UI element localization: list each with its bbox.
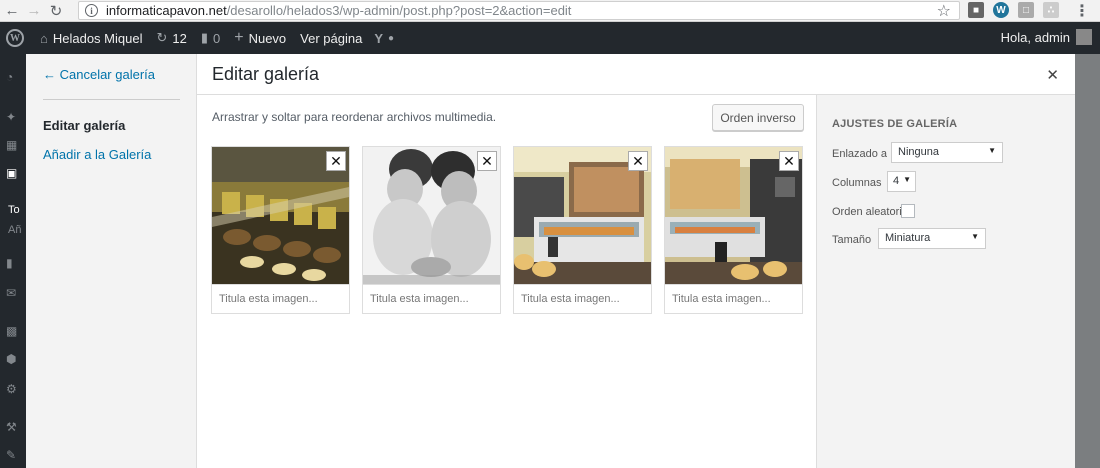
gallery-content: Arrastrar y soltar para reordenar archiv… [197, 95, 816, 468]
size-select[interactable]: Miniatura ▼ [878, 228, 986, 249]
media-menu: ← Cancelar galería Editar galería Añadir… [26, 54, 197, 468]
yoast-icon: Y [374, 30, 383, 46]
info-icon[interactable]: i [85, 4, 98, 17]
caption-input[interactable]: Titula esta imagen... [514, 284, 651, 313]
my-account-link[interactable]: Hola, admin [1001, 29, 1092, 45]
pages-icon[interactable]: ▣ [6, 166, 20, 180]
extension-icon[interactable]: □ [1018, 2, 1034, 18]
bookmark-star-icon[interactable]: ☆ [937, 1, 951, 21]
gallery-attachment[interactable]: Titula esta imagen... ✕ [513, 146, 652, 314]
close-icon[interactable]: ✕ [628, 151, 648, 171]
extension-icon[interactable]: ∴ [1043, 2, 1059, 18]
view-page-label: Ver página [300, 30, 363, 46]
home-icon: ⌂ [40, 30, 48, 46]
new-label: Nuevo [248, 30, 287, 46]
link-to-value: Ninguna [898, 146, 939, 158]
chevron-down-icon: ▼ [903, 175, 911, 184]
greeting: Hola, admin [1000, 29, 1070, 45]
url-host: informaticapavon.net [106, 3, 227, 18]
settings-title: AJUSTES DE GALERÍA [832, 118, 958, 130]
link-to-label: Enlazado a [832, 148, 888, 160]
browser-toolbar: ← → ↻ i informaticapavon.net/desarollo/h… [0, 0, 1100, 22]
gallery-attachment[interactable]: Titula esta imagen... ✕ [664, 146, 803, 314]
caption-input[interactable]: Titula esta imagen... [212, 284, 349, 313]
columns-value: 4 [893, 175, 900, 187]
url-path: /desarollo/helados3/wp-admin/post.php?po… [226, 3, 572, 18]
media-icon[interactable]: ▦ [6, 138, 20, 152]
gallery-settings-sidebar: AJUSTES DE GALERÍA Enlazado a Ninguna ▼ … [816, 95, 1075, 468]
wp-admin-menu: ◔ ✦ ▦ ▣ To Añ ▮ ✉ ▩ ⬢ ⚙ ⚒ ✎ [0, 54, 26, 468]
updates-count: 12 [172, 30, 187, 46]
site-name-link[interactable]: ⌂ Helados Miquel [40, 31, 142, 46]
wp-admin-bar: W ⌂ Helados Miquel ↻ 12 ▮ 0 + Nuevo Ver … [0, 22, 1100, 54]
columns-select[interactable]: 4 ▼ [887, 171, 916, 192]
avatar [1076, 29, 1092, 45]
back-icon[interactable]: ← [2, 1, 22, 21]
comments-icon[interactable]: ▮ [6, 256, 20, 270]
instructions-text: Arrastrar y soltar para reordenar archiv… [212, 110, 497, 124]
forward-icon[interactable]: → [24, 1, 44, 21]
comments-link[interactable]: ▮ 0 [201, 30, 220, 46]
reverse-order-button[interactable]: Orden inverso [712, 104, 804, 131]
size-value: Miniatura [885, 232, 931, 244]
modal-title: Editar galería [212, 64, 320, 84]
caption-input[interactable]: Titula esta imagen... [363, 284, 500, 313]
new-content-link[interactable]: + Nuevo [234, 29, 286, 47]
pin-icon[interactable]: ✦ [6, 110, 20, 124]
link-to-select[interactable]: Ninguna ▼ [891, 142, 1003, 163]
random-order-label: Orden aleatorio [832, 206, 908, 218]
menu-fragment[interactable]: Añ [8, 224, 21, 236]
dashboard-icon[interactable]: ◔ [6, 70, 20, 84]
view-page-link[interactable]: Ver página [300, 31, 362, 46]
menu-item-add-to-gallery[interactable]: Añadir a la Galería [43, 147, 151, 162]
settings-icon[interactable]: ⚙ [6, 382, 20, 396]
menu-divider [43, 99, 180, 100]
close-icon[interactable]: ✕ [779, 151, 799, 171]
comments-count: 0 [213, 30, 221, 46]
tools-icon[interactable]: ⚒ [6, 420, 20, 434]
close-icon[interactable]: ✕ [477, 151, 497, 171]
random-order-checkbox[interactable] [901, 204, 915, 218]
wordpress-logo-icon[interactable]: W [6, 29, 24, 47]
yoast-seo-link[interactable]: Y ● [374, 31, 399, 46]
close-icon[interactable]: ✕ [326, 151, 346, 171]
size-label: Tamaño [832, 234, 872, 246]
cancel-gallery-link[interactable]: ← Cancelar galería [43, 67, 155, 82]
mail-icon[interactable]: ✉ [6, 286, 20, 300]
updates-link[interactable]: ↻ 12 [156, 30, 186, 46]
site-name: Helados Miquel [52, 30, 143, 46]
modal-title-bar: Editar galería ✕ [197, 54, 1075, 95]
columns-label: Columnas [832, 177, 882, 189]
chevron-down-icon: ▼ [971, 232, 979, 241]
menu-fragment[interactable]: To [8, 204, 20, 216]
menu-item-edit-gallery[interactable]: Editar galería [43, 118, 125, 133]
gallery-attachment[interactable]: Titula esta imagen... ✕ [362, 146, 501, 314]
address-bar[interactable]: i informaticapavon.net/desarollo/helados… [78, 1, 960, 20]
caption-input[interactable]: Titula esta imagen... [665, 284, 802, 313]
wrench-icon[interactable]: ✎ [6, 448, 20, 462]
comment-icon: ▮ [200, 30, 208, 45]
browser-menu-icon[interactable]: ⋮ [1074, 1, 1090, 21]
page-backdrop [1075, 54, 1100, 468]
chevron-down-icon: ▼ [988, 146, 996, 155]
updates-icon: ↻ [156, 30, 168, 45]
media-modal: ← Cancelar galería Editar galería Añadir… [26, 54, 1075, 468]
plus-icon: + [234, 29, 244, 46]
gallery-attachment[interactable]: Titula esta imagen... ✕ [211, 146, 350, 314]
close-icon[interactable]: ✕ [1046, 66, 1059, 84]
appearance-icon[interactable]: ▩ [6, 324, 20, 338]
extension-icon[interactable]: ■ [968, 2, 984, 18]
wordpress-extension-icon[interactable]: W [993, 2, 1009, 18]
plugins-icon[interactable]: ⬢ [6, 352, 20, 366]
status-dot-icon: ● [388, 32, 395, 44]
reload-icon[interactable]: ↻ [46, 1, 66, 21]
